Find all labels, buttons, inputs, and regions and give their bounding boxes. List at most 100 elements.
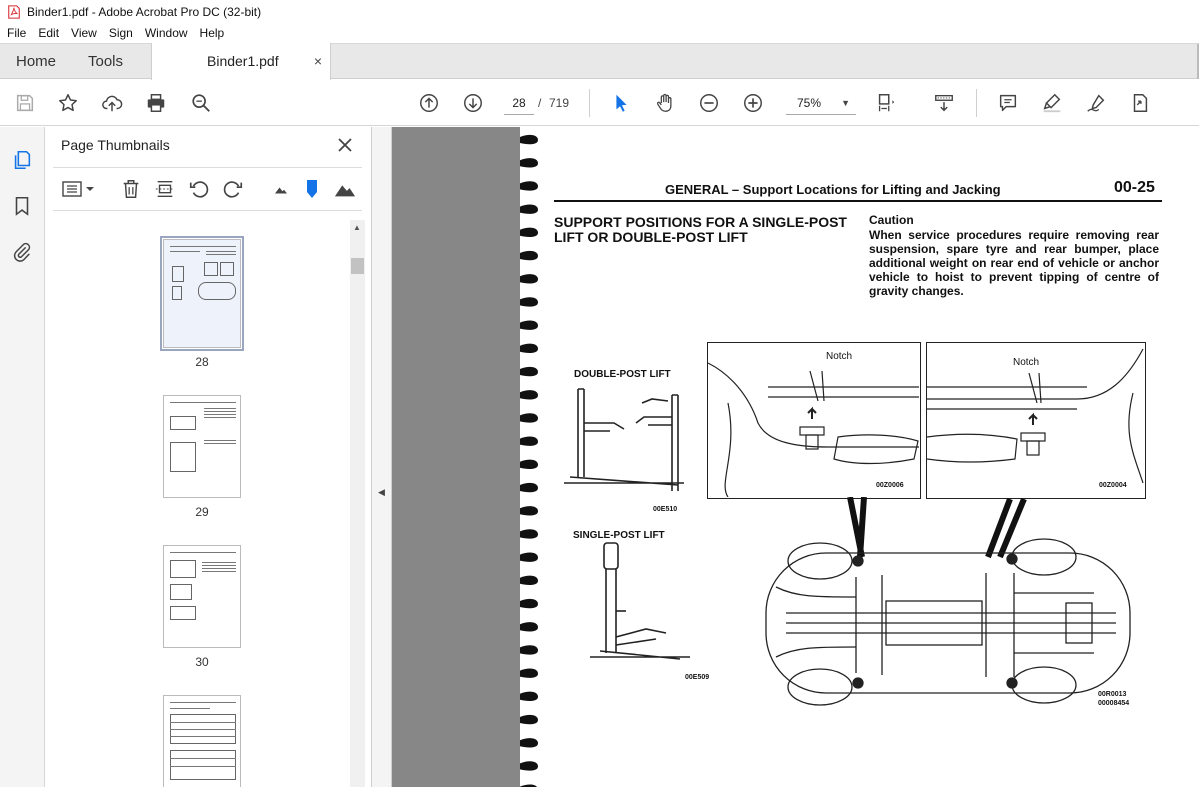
zoom-search-icon[interactable]	[189, 91, 213, 115]
save-icon[interactable]	[13, 91, 37, 115]
spiral-ring	[520, 552, 538, 562]
thumbnail-page-28[interactable]	[160, 236, 244, 351]
vehicle-underbody-illustration	[765, 497, 1131, 706]
hand-icon[interactable]	[653, 91, 677, 115]
collapse-panel-icon[interactable]: ◀	[378, 487, 385, 498]
delete-icon[interactable]	[119, 177, 143, 201]
single-post-lift-code: 00E509	[685, 674, 710, 681]
bookmark-icon[interactable]	[10, 194, 34, 218]
thumbnail-label: 29	[195, 505, 209, 519]
zoom-out-icon[interactable]	[697, 91, 721, 115]
share-icon[interactable]	[1128, 91, 1152, 115]
detail-right-code: 00Z0004	[1099, 482, 1127, 489]
select-cursor-icon[interactable]	[609, 91, 633, 115]
spiral-ring	[520, 250, 538, 261]
spiral-ring	[520, 134, 538, 145]
spiral-ring	[520, 691, 538, 702]
page-thumbnails-icon[interactable]	[10, 148, 34, 172]
thumbnail-size-large-icon[interactable]	[333, 177, 357, 201]
thumbnail-page-30[interactable]	[163, 545, 241, 648]
page-section-number: 00-25	[1114, 179, 1155, 196]
thumbnail-size-small-icon[interactable]	[269, 177, 293, 201]
menu-help[interactable]: Help	[194, 26, 231, 40]
scroll-mode-icon[interactable]	[932, 91, 956, 115]
zoom-in-icon[interactable]	[741, 91, 765, 115]
page-up-icon[interactable]	[417, 91, 441, 115]
scroll-up-icon[interactable]: ▲	[353, 223, 361, 232]
menu-window[interactable]: Window	[139, 26, 194, 40]
rotate-right-icon[interactable]	[221, 177, 245, 201]
print-icon[interactable]	[144, 91, 168, 115]
tab-home[interactable]: Home	[16, 44, 56, 79]
upload-icon[interactable]	[100, 91, 124, 115]
thumbnail-label: 30	[195, 655, 209, 669]
thumbnail-page-29[interactable]	[163, 395, 241, 498]
spiral-ring	[520, 227, 538, 238]
menu-edit[interactable]: Edit	[32, 26, 65, 40]
comment-icon[interactable]	[996, 91, 1020, 115]
header-rule	[554, 200, 1162, 202]
close-icon[interactable]	[335, 135, 355, 155]
highlight-icon[interactable]	[1040, 91, 1064, 115]
spiral-ring	[520, 529, 538, 539]
thumbnail-page-31[interactable]	[163, 695, 241, 787]
spiral-ring	[520, 738, 538, 748]
single-post-lift-illustration	[590, 542, 690, 660]
document-view[interactable]: GENERAL – Support Locations for Lifting …	[392, 127, 1199, 787]
rotate-left-icon[interactable]	[187, 177, 211, 201]
thumbnails-panel: Page Thumbnails 28 29 30 ▲	[45, 127, 372, 787]
double-post-lift-label: DOUBLE-POST LIFT	[574, 369, 671, 380]
page-fit-icon[interactable]	[874, 91, 898, 115]
acrobat-app-icon	[8, 4, 20, 19]
spiral-ring	[520, 204, 538, 214]
spiral-ring	[520, 320, 538, 330]
page-separator: /	[538, 96, 542, 110]
extract-pages-icon[interactable]	[153, 177, 177, 201]
zoom-select[interactable]: 75% ▼	[786, 91, 856, 115]
menu-view[interactable]: View	[65, 26, 103, 40]
sign-icon[interactable]	[1084, 91, 1108, 115]
notch-label-left: Notch	[826, 351, 853, 362]
toolbar-divider	[976, 89, 977, 117]
spiral-ring	[520, 459, 538, 470]
spiral-ring	[520, 343, 538, 354]
current-page-input[interactable]: 28	[504, 91, 534, 115]
spiral-ring	[520, 158, 538, 168]
thumbnail-slider-handle-icon[interactable]	[300, 177, 324, 201]
spiral-ring	[520, 482, 538, 493]
thumbnail-options-icon[interactable]	[59, 177, 99, 201]
underbody-code-1: 00R0013	[1098, 691, 1127, 698]
left-navigation-rail	[0, 127, 45, 787]
toolbar-divider	[589, 89, 590, 117]
tab-document[interactable]: Binder1.pdf ×	[151, 43, 331, 80]
zoom-value: 75%	[797, 96, 822, 110]
thumbnail-label: 28	[195, 355, 209, 369]
menu-sign[interactable]: Sign	[103, 26, 139, 40]
spiral-ring	[520, 274, 538, 284]
menu-file[interactable]: File	[0, 26, 32, 40]
tab-tools[interactable]: Tools	[88, 44, 123, 79]
spiral-ring	[520, 181, 538, 191]
attachment-icon[interactable]	[10, 240, 34, 264]
scrollbar-thumb[interactable]	[351, 258, 364, 274]
panel-divider	[53, 167, 362, 168]
spiral-ring	[520, 761, 538, 771]
spiral-ring	[520, 413, 538, 423]
total-pages: 719	[549, 96, 570, 110]
double-post-lift-code: 00E510	[653, 506, 678, 513]
star-icon[interactable]	[56, 91, 80, 115]
page-down-icon[interactable]	[461, 91, 485, 115]
spiral-ring	[520, 645, 538, 655]
thumbnails-scrollbar[interactable]: ▲	[350, 220, 365, 787]
notch-label-right: Notch	[1013, 357, 1040, 368]
panel-splitter[interactable]: ◀	[372, 127, 392, 787]
tab-close-icon[interactable]: ×	[314, 43, 322, 80]
main-toolbar: 28 / 719 75% ▼	[0, 80, 1199, 126]
spiral-ring	[520, 366, 538, 377]
spiral-ring	[520, 622, 538, 632]
spiral-binding	[520, 134, 538, 787]
chevron-down-icon: ▼	[841, 98, 850, 108]
pdf-page: GENERAL – Support Locations for Lifting …	[520, 127, 1199, 787]
panel-divider	[53, 210, 362, 211]
spiral-ring	[520, 506, 538, 516]
